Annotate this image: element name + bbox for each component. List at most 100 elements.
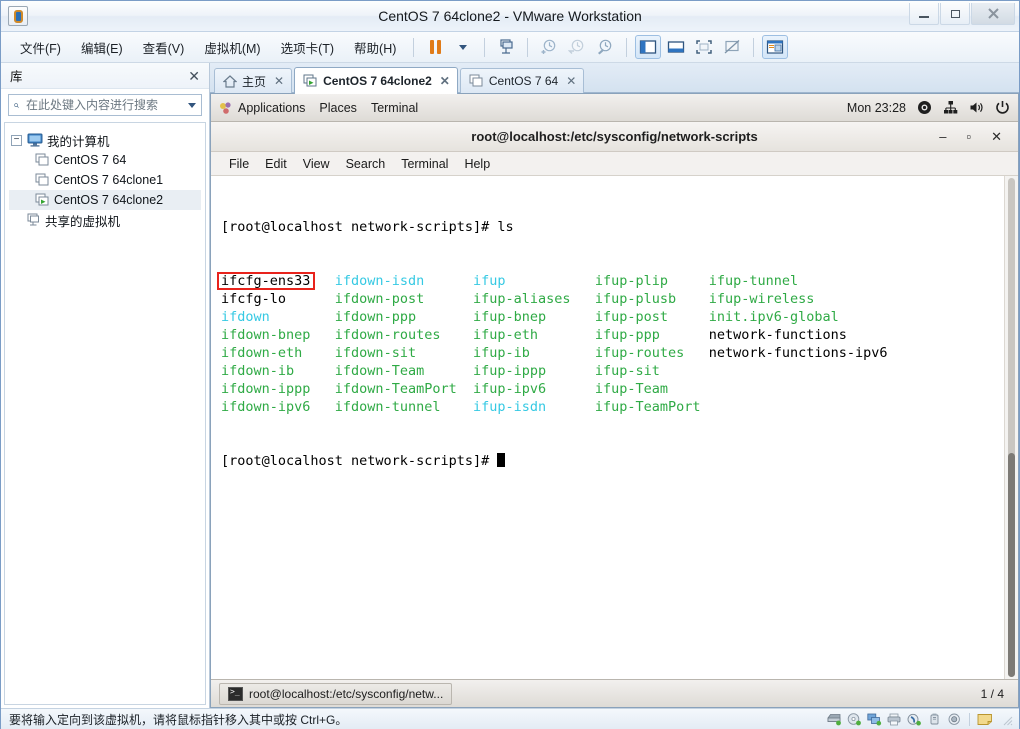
file-entry: ifup (472, 273, 595, 289)
printer-icon[interactable] (886, 712, 902, 727)
terminal-menu-terminal[interactable]: Terminal (393, 155, 456, 173)
hard-disk-icon[interactable] (826, 712, 842, 727)
network-icon[interactable] (943, 100, 958, 115)
manage-snapshots-button[interactable] (493, 35, 519, 59)
terminal-output-area[interactable]: [root@localhost network-scripts]# ls ifc… (211, 176, 1018, 679)
vm-icon (469, 74, 483, 87)
guest-screen[interactable]: Applications Places Terminal Mon 23:28 r… (210, 93, 1019, 708)
window-controls (909, 3, 1015, 25)
sidebar-item-centos-7-64clone1[interactable]: CentOS 7 64clone1 (9, 170, 201, 190)
terminal-maximize-button[interactable]: ▫ (966, 130, 971, 143)
sidebar-item-centos-7-64[interactable]: CentOS 7 64 (9, 150, 201, 170)
terminal-minimize-button[interactable]: – (939, 130, 946, 143)
terminal-command-line: [root@localhost network-scripts]# ls (221, 218, 1018, 236)
terminal-scrollbar[interactable] (1004, 176, 1018, 679)
close-icon[interactable]: ✕ (440, 74, 450, 88)
tab-centos-7-64clone2[interactable]: CentOS 7 64clone2 ✕ (294, 67, 458, 94)
menu-view[interactable]: 查看(V) (134, 34, 194, 61)
close-button[interactable] (971, 3, 1015, 25)
gnome-taskbar: >_ root@localhost:/etc/sysconfig/netw...… (211, 679, 1018, 707)
fullscreen-icon (696, 40, 713, 54)
maximize-button[interactable] (940, 3, 970, 25)
file-entry: ifup-wireless (708, 291, 815, 307)
workspace-switcher[interactable]: 1 / 4 (981, 687, 1010, 701)
close-icon[interactable]: ✕ (566, 74, 576, 88)
close-icon[interactable]: ✕ (274, 74, 284, 88)
window-title-bar: CentOS 7 64clone2 - VMware Workstation (1, 1, 1019, 32)
file-entry: ifup-aliases (472, 291, 595, 307)
ls-output-row: ifdown-ipv6 ifdown-tunnel ifup-isdn ifup… (221, 398, 1018, 416)
terminal-text: [root@localhost network-scripts]# ls ifc… (221, 182, 1018, 506)
file-entry: ifup-ppp (594, 327, 709, 343)
sidebar-item-shared-vms[interactable]: 共享的虚拟机 (9, 210, 201, 230)
cd-dvd-icon[interactable] (846, 712, 862, 727)
menu-help[interactable]: 帮助(H) (345, 34, 405, 61)
pause-button[interactable] (422, 35, 448, 59)
snapshot-settings-icon (598, 39, 612, 55)
menu-tabs[interactable]: 选项卡(T) (272, 34, 343, 61)
message-note-icon[interactable] (977, 712, 993, 727)
vmware-workstation-window: CentOS 7 64clone2 - VMware Workstation 文… (0, 0, 1020, 729)
terminal-menu-file[interactable]: File (221, 155, 257, 173)
snapshot-manager-icon (500, 39, 513, 54)
camera-icon[interactable] (946, 712, 962, 727)
taskbar-item-label: root@localhost:/etc/sysconfig/netw... (249, 686, 444, 701)
sidebar-item-centos-7-64clone2[interactable]: CentOS 7 64clone2 (9, 190, 201, 210)
network-adapter-icon[interactable] (866, 712, 882, 727)
file-entry: ifup-ipv6 (472, 381, 595, 397)
vmware-icon (8, 6, 28, 26)
console-view-button[interactable] (762, 35, 789, 59)
power-dropdown[interactable] (450, 35, 476, 59)
resize-grip[interactable] (1001, 714, 1013, 726)
file-entry: ifdown-tunnel (334, 399, 473, 415)
toolbar-separator (527, 37, 529, 57)
tab-home[interactable]: 主页 ✕ (214, 68, 293, 93)
search-input[interactable] (24, 97, 183, 113)
terminal-menu-edit[interactable]: Edit (257, 155, 295, 173)
vm-label: CentOS 7 64 (54, 153, 127, 167)
terminal-menu-view[interactable]: View (295, 155, 338, 173)
terminal-icon: >_ (228, 686, 243, 701)
file-entry: ifup-Team (594, 381, 669, 397)
prompt: [root@localhost network-scripts]# (221, 219, 498, 235)
terminal-close-button[interactable]: ✕ (991, 130, 1002, 143)
clock[interactable]: Mon 23:28 (847, 101, 906, 115)
search-box[interactable] (8, 94, 202, 116)
menu-edit[interactable]: 编辑(E) (72, 34, 132, 61)
tab-centos-7-64[interactable]: CentOS 7 64 ✕ (459, 68, 585, 93)
prompt: [root@localhost network-scripts]# (221, 453, 498, 469)
snapshot-manager-button[interactable] (592, 35, 618, 59)
expander-icon[interactable]: − (11, 134, 22, 146)
toolbar-separator (413, 37, 415, 57)
library-header: 库 ✕ (1, 63, 209, 89)
unity-button[interactable] (719, 35, 745, 59)
chevron-down-icon[interactable] (188, 102, 196, 108)
applications-menu[interactable]: Applications (219, 101, 305, 115)
file-entry: ifdown-eth (221, 345, 335, 361)
ls-output-row: ifdown-bnep ifdown-routes ifup-eth ifup-… (221, 326, 1018, 344)
accessibility-icon[interactable] (917, 100, 932, 115)
chevron-down-icon (459, 44, 468, 50)
scrollbar-thumb[interactable] (1008, 452, 1015, 677)
terminal-menu[interactable]: Terminal (371, 101, 418, 115)
sound-card-icon[interactable] (906, 712, 922, 727)
taskbar-item-terminal[interactable]: >_ root@localhost:/etc/sysconfig/netw... (219, 682, 453, 705)
terminal-menu-help[interactable]: Help (456, 155, 498, 173)
tree-root-my-computer[interactable]: − 我的计算机 (9, 130, 201, 150)
volume-icon[interactable] (969, 100, 984, 115)
menu-vm[interactable]: 虚拟机(M) (195, 34, 269, 61)
fullscreen-button[interactable] (691, 35, 717, 59)
menu-file[interactable]: 文件(F) (11, 34, 70, 61)
library-search-wrap (1, 89, 209, 122)
show-thumbnail-bar-button[interactable] (663, 35, 689, 59)
minimize-button[interactable] (909, 3, 939, 25)
terminal-menu-search[interactable]: Search (338, 155, 394, 173)
library-close-icon[interactable]: ✕ (185, 69, 203, 83)
show-library-button[interactable] (635, 35, 662, 59)
ls-output-row: ifdown-eth ifdown-sit ifup-ib ifup-route… (221, 344, 1018, 362)
power-icon[interactable] (995, 100, 1010, 115)
places-menu[interactable]: Places (319, 101, 357, 115)
revert-snapshot-button[interactable] (564, 35, 590, 59)
usb-icon[interactable] (926, 712, 942, 727)
take-snapshot-button[interactable] (536, 35, 562, 59)
